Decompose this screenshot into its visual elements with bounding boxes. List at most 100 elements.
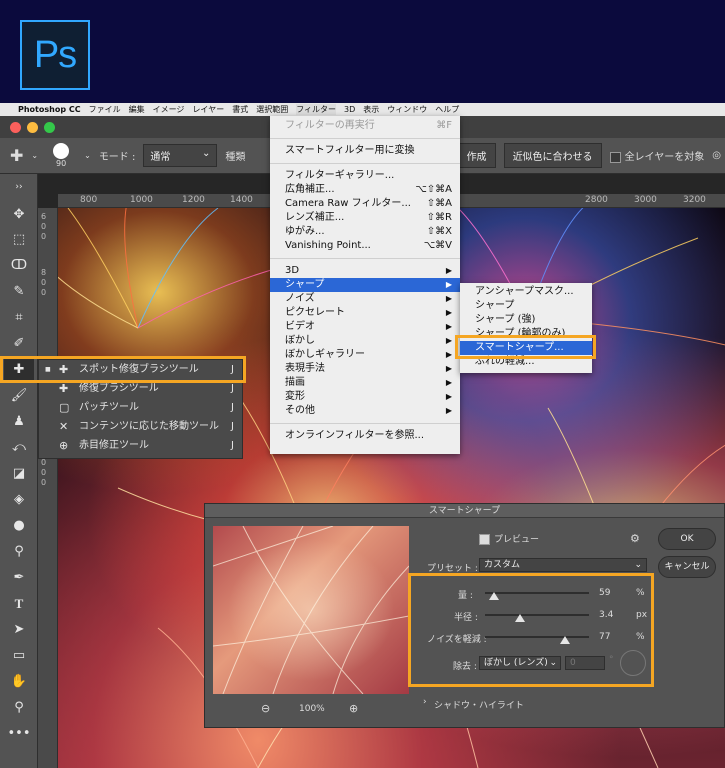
menu-item-blur[interactable]: ぼかし ▶ bbox=[270, 334, 460, 348]
tool-option-healing-brush[interactable]: ✚ 修復ブラシツール J bbox=[39, 379, 242, 398]
eyedropper-tool-icon[interactable]: ✐ bbox=[4, 333, 34, 355]
menu-item-3d[interactable]: 3D ▶ bbox=[270, 264, 460, 278]
menu-view[interactable]: 表示 bbox=[363, 104, 379, 115]
radius-slider-track[interactable] bbox=[485, 614, 589, 616]
menu-item-liquify[interactable]: ゆがみ... ⇧⌘X bbox=[270, 225, 460, 239]
close-window-button[interactable] bbox=[10, 121, 21, 133]
menu-item-camera-raw[interactable]: Camera Raw フィルター... ⇧⌘A bbox=[270, 197, 460, 211]
zoom-window-button[interactable] bbox=[44, 121, 55, 133]
marquee-tool-icon[interactable]: ⬚ bbox=[4, 229, 34, 251]
proximity-match-button[interactable]: 近似色に合わせる bbox=[503, 143, 602, 168]
menu-item-distort[interactable]: 変形 ▶ bbox=[270, 390, 460, 404]
menu-separator bbox=[270, 423, 460, 424]
menu-item-convert-smart-filter[interactable]: スマートフィルター用に変換 bbox=[270, 144, 460, 158]
menu-edit[interactable]: 編集 bbox=[129, 104, 145, 115]
tool-option-red-eye[interactable]: ⊕ 赤目修正ツール J bbox=[39, 436, 242, 455]
chevron-down-icon[interactable]: ⌄ bbox=[84, 151, 91, 160]
remove-select[interactable]: ぼかし (レンズ) ⌄ bbox=[479, 656, 561, 670]
shadow-highlight-section[interactable]: シャドウ・ハイライト bbox=[434, 698, 524, 711]
preview-checkbox[interactable]: プレビュー bbox=[479, 532, 539, 545]
menu-type[interactable]: 書式 bbox=[232, 104, 248, 115]
pen-tool-icon[interactable]: ✒ bbox=[4, 567, 34, 589]
menu-item-adaptive-wide-angle[interactable]: 広角補正... ⌥⇧⌘A bbox=[270, 183, 460, 197]
create-texture-button[interactable]: 作成 bbox=[457, 143, 496, 168]
reduce-noise-value[interactable]: 77 bbox=[599, 632, 610, 642]
sharpen-preview[interactable] bbox=[212, 525, 410, 695]
spot-healing-tool-icon[interactable]: ✚ bbox=[4, 359, 34, 381]
pressure-icon[interactable]: ◎ bbox=[712, 150, 721, 161]
menu-item-pixelate[interactable]: ピクセレート ▶ bbox=[270, 306, 460, 320]
amount-slider-thumb[interactable] bbox=[489, 592, 500, 600]
menu-item-unsharp-mask[interactable]: アンシャープマスク... bbox=[460, 285, 592, 299]
ok-button[interactable]: OK bbox=[658, 528, 716, 550]
lasso-tool-icon[interactable]: ↀ bbox=[4, 255, 34, 277]
menu-file[interactable]: ファイル bbox=[89, 104, 121, 115]
menu-item-repeat-filter[interactable]: フィルターの再実行 ⌘F bbox=[270, 119, 460, 133]
menu-help[interactable]: ヘルプ bbox=[435, 104, 459, 115]
crop-tool-icon[interactable]: ⌗ bbox=[4, 307, 34, 329]
blur-tool-icon[interactable]: ● bbox=[4, 515, 34, 537]
spot-healing-brush-icon[interactable]: ✚ bbox=[10, 146, 23, 165]
menu-item-blur-gallery[interactable]: ぼかしギャラリー ▶ bbox=[270, 348, 460, 362]
menu-select[interactable]: 選択範囲 bbox=[256, 104, 288, 115]
move-tool-icon[interactable]: ✥ bbox=[4, 204, 34, 226]
menu-item-filter-gallery[interactable]: フィルターギャラリー... bbox=[270, 169, 460, 183]
menu-filter[interactable]: フィルター bbox=[296, 104, 337, 115]
quick-select-tool-icon[interactable]: ✎ bbox=[4, 281, 34, 303]
amount-value[interactable]: 59 bbox=[599, 588, 610, 598]
tool-option-content-aware-move[interactable]: ✕ コンテンツに応じた移動ツール J bbox=[39, 417, 242, 436]
paint-bucket-tool-icon[interactable]: ◈ bbox=[4, 489, 34, 511]
brush-tool-icon[interactable]: 🖌 bbox=[4, 385, 34, 407]
menu-layer[interactable]: レイヤー bbox=[192, 104, 224, 115]
reduce-noise-slider-track[interactable] bbox=[485, 636, 589, 638]
menu-item-video[interactable]: ビデオ ▶ bbox=[270, 320, 460, 334]
hand-tool-icon[interactable]: ✋ bbox=[4, 671, 34, 693]
gear-icon[interactable]: ⚙ bbox=[630, 532, 640, 545]
mode-select[interactable]: 通常 ⌄ bbox=[143, 144, 218, 167]
radius-slider-thumb[interactable] bbox=[515, 614, 526, 622]
rectangle-tool-icon[interactable]: ▭ bbox=[4, 645, 34, 667]
sample-all-layers-checkbox[interactable]: 全レイヤーを対象 bbox=[609, 148, 704, 163]
menu-item-sharpen-basic[interactable]: シャープ bbox=[460, 299, 592, 313]
menu-image[interactable]: イメージ bbox=[153, 104, 185, 115]
brush-preset-picker[interactable]: 90 bbox=[46, 143, 76, 168]
history-brush-tool-icon[interactable]: ⤺ bbox=[4, 437, 34, 459]
tool-option-patch[interactable]: ▢ パッチツール J bbox=[39, 398, 242, 417]
menu-item-sharpen[interactable]: シャープ ▶ bbox=[270, 278, 460, 292]
minimize-window-button[interactable] bbox=[27, 121, 38, 133]
cancel-button[interactable]: キャンセル bbox=[658, 556, 716, 578]
menu-item-lens-correction[interactable]: レンズ補正... ⇧⌘R bbox=[270, 211, 460, 225]
menu-item-sharpen-edges[interactable]: シャープ (輪郭のみ) bbox=[460, 327, 592, 341]
zoom-tool-icon[interactable]: ⚲ bbox=[4, 697, 34, 719]
menu-item-browse-online-filters[interactable]: オンラインフィルターを参照... bbox=[270, 429, 460, 443]
menu-app[interactable]: Photoshop CC bbox=[18, 105, 81, 114]
amount-slider-track[interactable] bbox=[485, 592, 589, 594]
expand-toolbar-icon[interactable]: ›› bbox=[4, 176, 34, 198]
menu-item-smart-sharpen[interactable]: スマートシャープ... bbox=[460, 341, 592, 355]
angle-field[interactable]: 0 bbox=[565, 656, 605, 670]
menu-item-other[interactable]: その他 ▶ bbox=[270, 404, 460, 418]
menu-item-noise[interactable]: ノイズ ▶ bbox=[270, 292, 460, 306]
eraser-tool-icon[interactable]: ◪ bbox=[4, 463, 34, 485]
preset-select[interactable]: カスタム ⌄ bbox=[479, 558, 647, 572]
dodge-tool-icon[interactable]: ⚲ bbox=[4, 541, 34, 563]
menu-3d[interactable]: 3D bbox=[344, 105, 355, 114]
menu-item-sharpen-more[interactable]: シャープ (強) bbox=[460, 313, 592, 327]
more-tools-icon[interactable]: ••• bbox=[4, 723, 34, 745]
reduce-noise-slider-thumb[interactable] bbox=[560, 636, 571, 644]
clone-stamp-tool-icon[interactable]: ♟ bbox=[4, 411, 34, 433]
zoom-in-icon[interactable]: ⊕ bbox=[349, 702, 358, 715]
menu-window[interactable]: ウィンドウ bbox=[387, 104, 427, 115]
chevron-down-icon[interactable]: ⌄ bbox=[31, 151, 38, 160]
menu-item-shake-reduction[interactable]: ぶれの軽減... bbox=[460, 355, 592, 369]
menu-item-vanishing-point[interactable]: Vanishing Point... ⌥⌘V bbox=[270, 239, 460, 253]
menu-item-stylize[interactable]: 表現手法 ▶ bbox=[270, 362, 460, 376]
tool-option-spot-healing[interactable]: ✚ スポット修復ブラシツール J ■ bbox=[39, 360, 242, 379]
type-tool-icon[interactable]: T bbox=[4, 593, 34, 615]
chevron-right-icon[interactable]: › bbox=[423, 697, 427, 707]
zoom-out-icon[interactable]: ⊖ bbox=[261, 702, 270, 715]
angle-dial[interactable] bbox=[620, 650, 646, 676]
menu-item-render[interactable]: 描画 ▶ bbox=[270, 376, 460, 390]
radius-value[interactable]: 3.4 bbox=[599, 610, 613, 620]
path-select-tool-icon[interactable]: ➤ bbox=[4, 619, 34, 641]
